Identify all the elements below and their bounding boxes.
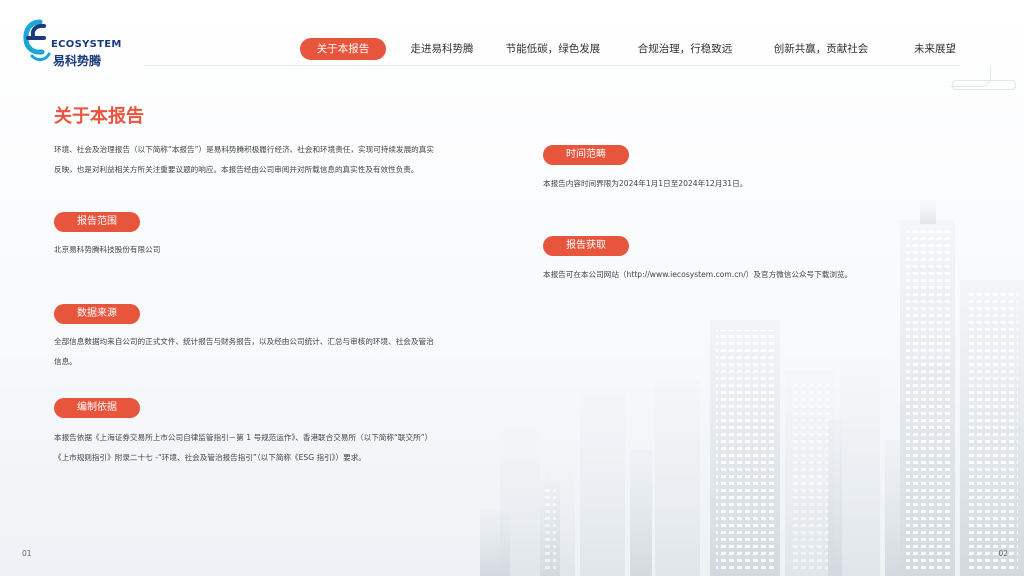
ecosystem-logo-icon <box>23 19 51 62</box>
intro-paragraph: 环境、社会及治理报告（以下简称“本报告”）是易科势腾积极履行经济、社会和环境责任… <box>54 140 494 180</box>
access-text: 本报告可在本公司网站（http://www.iecosystem.com.cn/… <box>543 270 853 279</box>
source-line-2: 信息。 <box>54 357 77 366</box>
source-paragraph: 全部信息数据均来自公司的正式文件、统计报告与财务报告，以及经由公司统计、汇总与审… <box>54 332 494 372</box>
page-number-right: 02 <box>998 549 1008 558</box>
intro-line-1: 环境、社会及治理报告（以下简称“本报告”）是易科势腾积极履行经济、社会和环境责任… <box>54 145 434 154</box>
nav-item-future[interactable]: 未来展望 <box>900 38 970 60</box>
nav-item-governance[interactable]: 合规治理，行稳致远 <box>630 38 740 60</box>
nav-item-society[interactable]: 创新共赢，贡献社会 <box>766 38 876 60</box>
nav-item-about-report[interactable]: 关于本报告 <box>300 38 386 60</box>
intro-line-2: 反映，也是对利益相关方所关注重要议题的响应。本报告经由公司审阅并对所载信息的真实… <box>54 165 419 174</box>
page: ECOSYSTEM 易科势腾 关于本报告 走进易科势腾 节能低碳，绿色发展 合规… <box>0 0 1024 576</box>
section-label-scope: 报告范围 <box>54 212 140 232</box>
section-label-period: 时间范畴 <box>543 145 629 165</box>
basis-line-1: 本报告依据《上海证券交易所上市公司自律监管指引－第 1 号规范运作》、香港联合交… <box>54 433 433 442</box>
logo-text-cn: 易科势腾 <box>53 54 102 68</box>
page-number-left: 01 <box>22 549 32 558</box>
nav-item-company[interactable]: 走进易科势腾 <box>402 38 482 60</box>
header-divider <box>145 65 960 66</box>
scope-text: 北京易科势腾科技股份有限公司 <box>54 245 161 254</box>
period-text: 本报告内容时间界限为2024年1月1日至2024年12月31日。 <box>543 179 748 188</box>
nav-item-green[interactable]: 节能低碳，绿色发展 <box>498 38 608 60</box>
logo-text-en: ECOSYSTEM <box>51 39 122 50</box>
section-label-access: 报告获取 <box>543 236 629 256</box>
basis-paragraph: 本报告依据《上海证券交易所上市公司自律监管指引－第 1 号规范运作》、香港联合交… <box>54 428 494 468</box>
section-label-basis: 编制依据 <box>54 398 140 418</box>
page-title: 关于本报告 <box>54 106 144 127</box>
section-label-source: 数据来源 <box>54 304 140 324</box>
basis-line-2: 《上市规则指引》附录二十七 -“环境、社会及管治报告指引”（以下简称《ESG 指… <box>54 453 366 462</box>
header-decoration-bar <box>952 80 1016 90</box>
company-logo[interactable]: ECOSYSTEM 易科势腾 <box>22 18 142 68</box>
source-line-1: 全部信息数据均来自公司的正式文件、统计报告与财务报告，以及经由公司统计、汇总与审… <box>54 337 434 346</box>
